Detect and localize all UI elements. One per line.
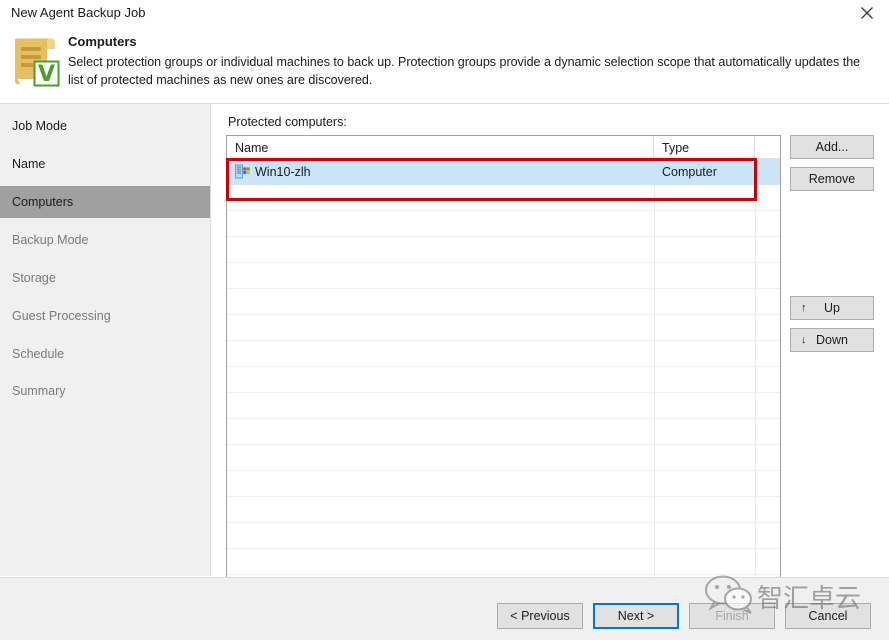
table-row-empty[interactable] <box>227 419 780 445</box>
sidebar-item-label: Computers <box>12 195 74 209</box>
table-row-empty[interactable] <box>227 497 780 523</box>
sidebar-item-backup-mode[interactable]: Backup Mode <box>0 224 210 256</box>
remove-button[interactable]: Remove <box>790 167 874 191</box>
title-bar: New Agent Backup Job <box>0 0 889 26</box>
wizard-steps-sidebar: Job Mode Name Computers Backup Mode Stor… <box>0 104 211 576</box>
move-down-label: Down <box>816 333 848 347</box>
sidebar-item-label: Schedule <box>12 347 65 361</box>
cancel-button[interactable]: Cancel <box>785 603 871 629</box>
column-header-blank[interactable] <box>755 136 780 159</box>
move-up-button[interactable]: ↑ Up <box>790 296 874 320</box>
window-title: New Agent Backup Job <box>11 5 146 20</box>
page-title: Computers <box>68 34 137 49</box>
next-button[interactable]: Next > <box>593 603 679 629</box>
sidebar-item-label: Guest Processing <box>12 309 111 323</box>
table-row-empty[interactable] <box>227 185 780 211</box>
table-row[interactable]: Win10-zlh Computer <box>227 159 780 185</box>
arrow-up-icon: ↑ <box>801 301 807 314</box>
row-name-text: Win10-zlh <box>255 164 311 179</box>
add-button[interactable]: Add... <box>790 135 874 159</box>
close-icon <box>860 7 873 19</box>
sidebar-item-schedule[interactable]: Schedule <box>0 338 210 370</box>
table-row-empty[interactable] <box>227 315 780 341</box>
main-content: Protected computers: Name Type Win10-zlh… <box>211 104 889 582</box>
list-body: Win10-zlh Computer <box>227 159 780 581</box>
column-header-name[interactable]: Name <box>227 136 654 159</box>
table-row-empty[interactable] <box>227 549 780 575</box>
table-row-empty[interactable] <box>227 393 780 419</box>
computer-tiles-icon <box>235 164 250 179</box>
sidebar-item-label: Summary <box>12 384 66 398</box>
column-header-type[interactable]: Type <box>654 136 755 159</box>
table-row-empty[interactable] <box>227 471 780 497</box>
sidebar-item-label: Backup Mode <box>12 233 89 247</box>
close-button[interactable] <box>844 0 889 26</box>
sidebar-item-label: Name <box>12 157 46 171</box>
sidebar-item-storage[interactable]: Storage <box>0 262 210 294</box>
protected-computers-list[interactable]: Name Type Win10-zlh Computer <box>226 135 781 582</box>
previous-button[interactable]: < Previous <box>497 603 583 629</box>
table-row-empty[interactable] <box>227 289 780 315</box>
move-down-button[interactable]: ↓ Down <box>790 328 874 352</box>
wizard-header: V Computers Select protection groups or … <box>0 26 889 104</box>
sidebar-item-computers[interactable]: Computers <box>0 186 210 218</box>
cell-name: Win10-zlh <box>235 159 645 184</box>
table-row-empty[interactable] <box>227 445 780 471</box>
move-up-label: Up <box>824 301 840 315</box>
protected-computers-label: Protected computers: <box>228 115 347 129</box>
list-header-row: Name Type <box>227 136 780 159</box>
arrow-down-icon: ↓ <box>801 333 807 346</box>
page-description: Select protection groups or individual m… <box>68 55 861 87</box>
sidebar-item-backup-mode-spacer <box>0 104 210 136</box>
sidebar-item-name[interactable]: Name <box>0 148 210 180</box>
cell-type: Computer <box>662 164 717 179</box>
table-row-empty[interactable] <box>227 237 780 263</box>
svg-text:V: V <box>38 62 55 87</box>
table-row-empty[interactable] <box>227 341 780 367</box>
backup-job-document-icon: V <box>15 38 60 87</box>
table-row-empty[interactable] <box>227 523 780 549</box>
table-row-empty[interactable] <box>227 211 780 237</box>
sidebar-item-label: Storage <box>12 271 56 285</box>
sidebar-item-summary[interactable]: Summary <box>0 375 210 407</box>
sidebar-item-guest-processing[interactable]: Guest Processing <box>0 300 210 332</box>
table-row-empty[interactable] <box>227 263 780 289</box>
table-row-empty[interactable] <box>227 367 780 393</box>
finish-button: Finish <box>689 603 775 629</box>
